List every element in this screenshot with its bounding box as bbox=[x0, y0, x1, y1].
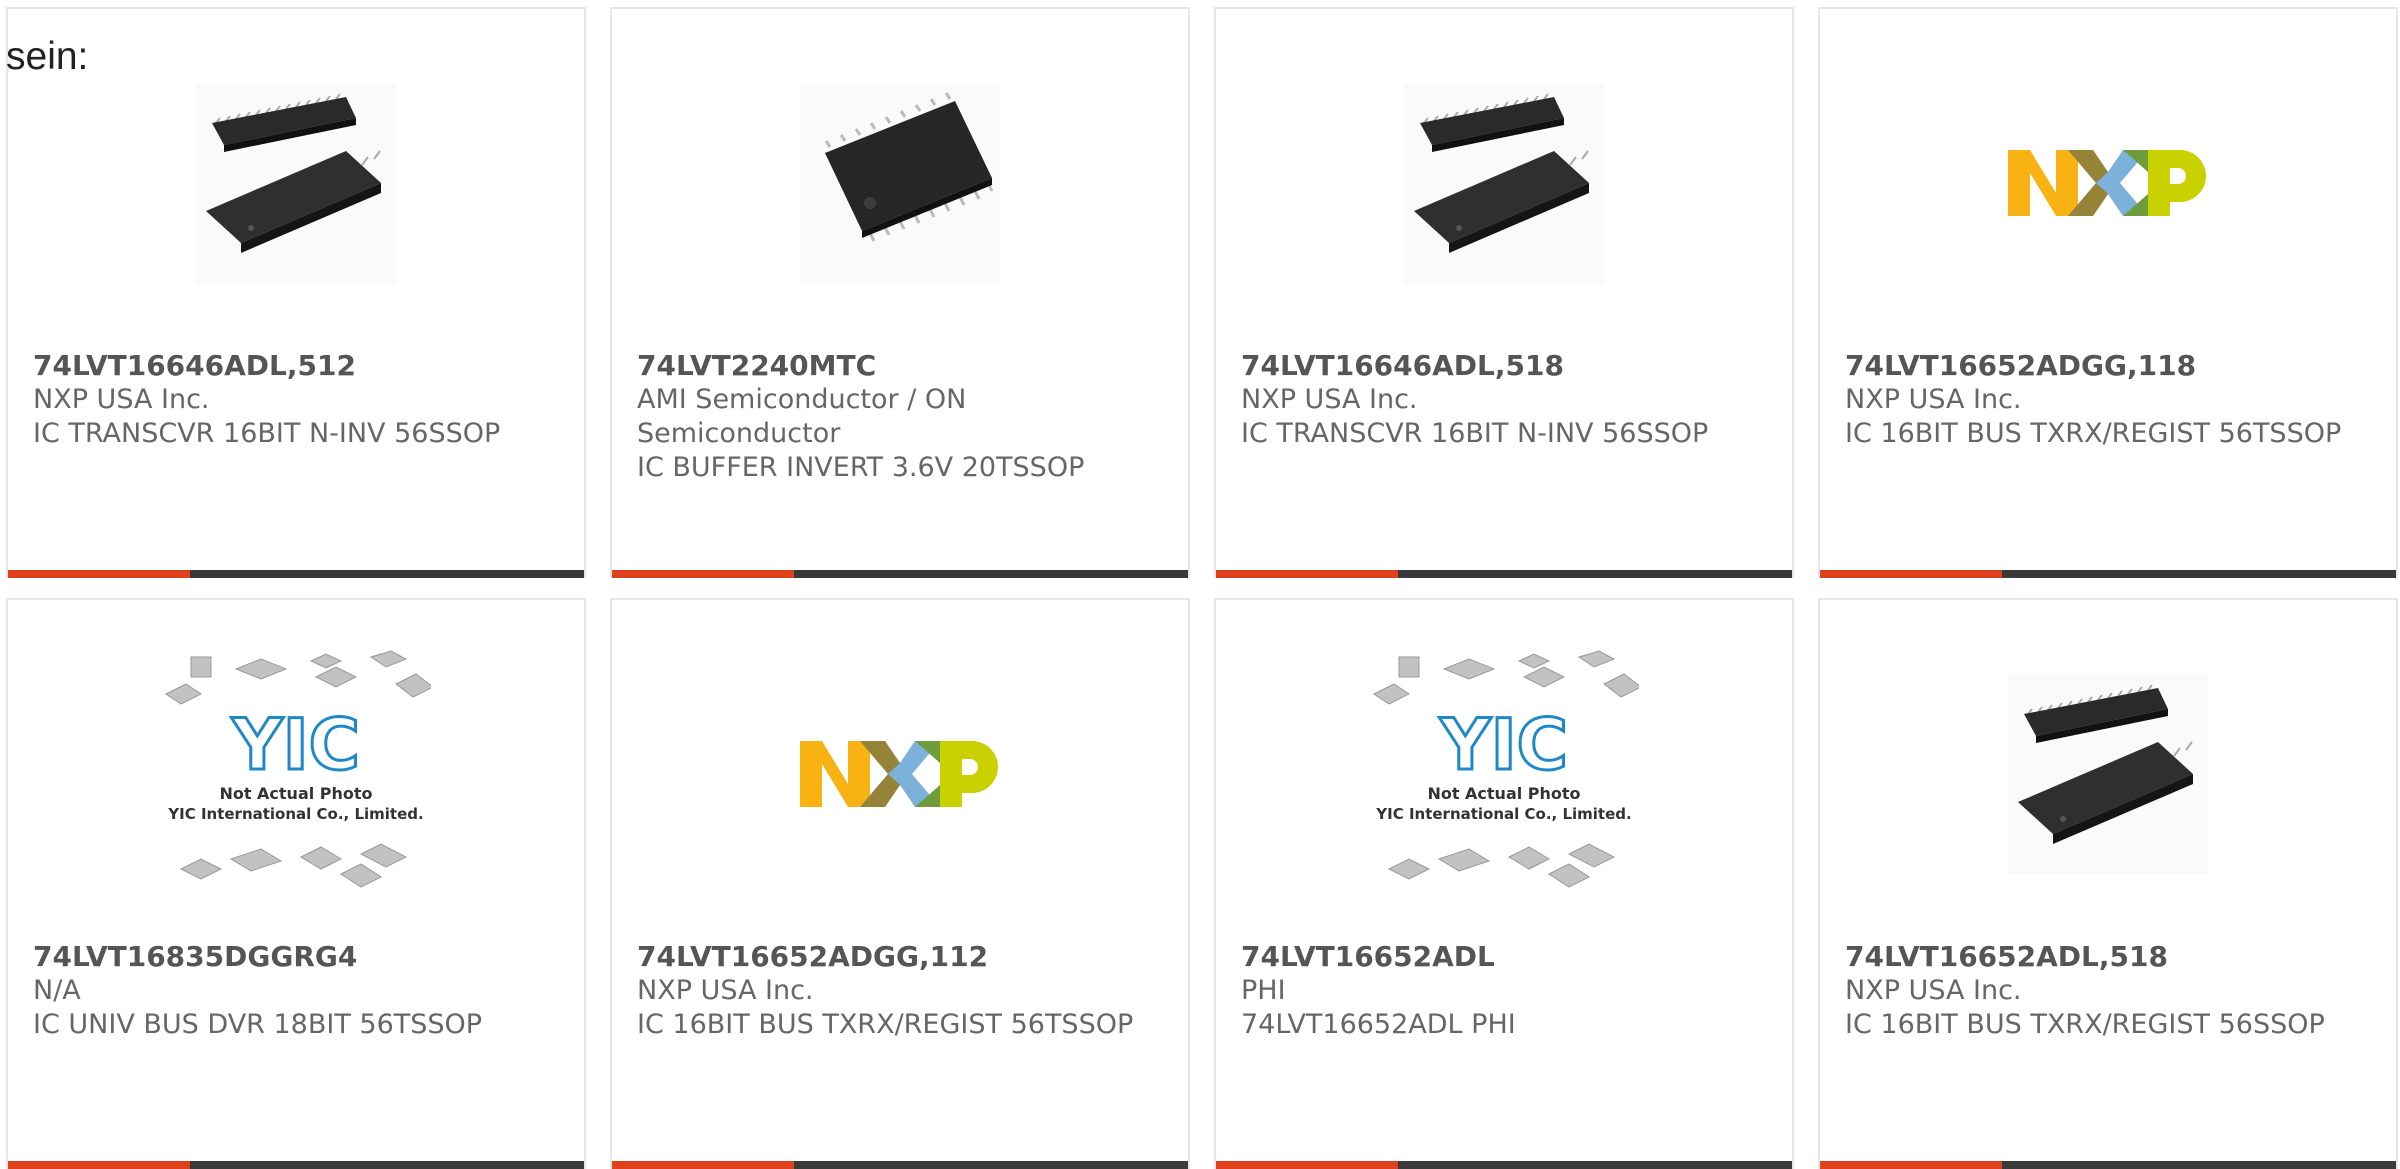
product-info: 74LVT16652ADGG,112 NXP USA Inc. IC 16BIT… bbox=[637, 940, 1168, 1042]
product-image[interactable] bbox=[1820, 79, 2396, 287]
card-bottom-bar bbox=[612, 570, 1188, 578]
product-card[interactable]: YIC Not Actual Photo YIC International C… bbox=[1214, 598, 1794, 1169]
product-card[interactable]: 74LVT16646ADL,512 NXP USA Inc. IC TRANSC… bbox=[6, 7, 586, 578]
product-image[interactable] bbox=[8, 79, 584, 287]
yic-logo-text: YIC bbox=[231, 704, 360, 786]
yic-caption-1: Not Actual Photo bbox=[219, 784, 372, 803]
nxp-logo bbox=[800, 741, 998, 807]
manufacturer: NXP USA Inc. bbox=[33, 384, 210, 415]
part-number[interactable]: 74LVT16652ADGG,118 bbox=[1845, 349, 2376, 383]
product-info: 74LVT2240MTC AMI Semiconductor / ON Semi… bbox=[637, 349, 1168, 485]
product-card[interactable]: 74LVT2240MTC AMI Semiconductor / ON Semi… bbox=[610, 7, 1190, 578]
card-accent-bar bbox=[1216, 1161, 1398, 1169]
manufacturer: PHI bbox=[1241, 975, 1286, 1006]
card-bottom-bar bbox=[8, 570, 584, 578]
product-info: 74LVT16646ADL,512 NXP USA Inc. IC TRANSC… bbox=[33, 349, 564, 451]
card-accent-bar bbox=[1820, 1161, 2002, 1169]
chip-ssop-image bbox=[1404, 83, 1604, 283]
chip-tssop20-image bbox=[800, 83, 1000, 283]
product-info: 74LVT16652ADL,518 NXP USA Inc. IC 16BIT … bbox=[1845, 940, 2376, 1042]
chip-ssop-image bbox=[2008, 674, 2208, 874]
product-info: 74LVT16646ADL,518 NXP USA Inc. IC TRANSC… bbox=[1241, 349, 1772, 451]
description: IC 16BIT BUS TXRX/REGIST 56TSSOP bbox=[637, 1009, 1134, 1040]
card-bottom-bar bbox=[1216, 570, 1792, 578]
yic-caption-2: YIC International Co., Limited. bbox=[1375, 805, 1631, 823]
description: IC BUFFER INVERT 3.6V 20TSSOP bbox=[637, 452, 1085, 483]
description: 74LVT16652ADL PHI bbox=[1241, 1009, 1516, 1040]
yic-logo-text: YIC bbox=[1439, 704, 1568, 786]
product-card[interactable]: 74LVT16646ADL,518 NXP USA Inc. IC TRANSC… bbox=[1214, 7, 1794, 578]
description: IC UNIV BUS DVR 18BIT 56TSSOP bbox=[33, 1009, 483, 1040]
description: IC 16BIT BUS TXRX/REGIST 56SSOP bbox=[1845, 1009, 2325, 1040]
product-info: 74LVT16652ADGG,118 NXP USA Inc. IC 16BIT… bbox=[1845, 349, 2376, 451]
product-card[interactable]: 74LVT16652ADL,518 NXP USA Inc. IC 16BIT … bbox=[1818, 598, 2398, 1169]
part-number[interactable]: 74LVT16652ADGG,112 bbox=[637, 940, 1168, 974]
part-number[interactable]: 74LVT2240MTC bbox=[637, 349, 1168, 383]
manufacturer: NXP USA Inc. bbox=[1241, 384, 1418, 415]
manufacturer: AMI Semiconductor / ON Semiconductor bbox=[637, 384, 967, 449]
card-bottom-bar bbox=[1820, 570, 2396, 578]
part-number[interactable]: 74LVT16646ADL,512 bbox=[33, 349, 564, 383]
product-card[interactable]: 74LVT16652ADGG,118 NXP USA Inc. IC 16BIT… bbox=[1818, 7, 2398, 578]
description: IC 16BIT BUS TXRX/REGIST 56TSSOP bbox=[1845, 418, 2342, 449]
card-bottom-bar bbox=[1216, 1161, 1792, 1169]
card-accent-bar bbox=[8, 570, 190, 578]
card-accent-bar bbox=[1820, 570, 2002, 578]
nxp-logo bbox=[2008, 150, 2206, 216]
card-bottom-bar bbox=[612, 1161, 1188, 1169]
product-image[interactable]: YIC Not Actual Photo YIC International C… bbox=[8, 650, 584, 888]
chip-ssop-image bbox=[196, 83, 396, 283]
product-card[interactable]: 74LVT16652ADGG,112 NXP USA Inc. IC 16BIT… bbox=[610, 598, 1190, 1169]
part-number[interactable]: 74LVT16652ADL bbox=[1241, 940, 1772, 974]
card-bottom-bar bbox=[1820, 1161, 2396, 1169]
product-grid: 74LVT16646ADL,512 NXP USA Inc. IC TRANSC… bbox=[6, 7, 2400, 1169]
description: IC TRANSCVR 16BIT N-INV 56SSOP bbox=[33, 418, 501, 449]
product-image[interactable] bbox=[612, 670, 1188, 878]
part-number[interactable]: 74LVT16652ADL,518 bbox=[1845, 940, 2376, 974]
manufacturer: NXP USA Inc. bbox=[1845, 975, 2022, 1006]
part-number[interactable]: 74LVT16646ADL,518 bbox=[1241, 349, 1772, 383]
card-accent-bar bbox=[1216, 570, 1398, 578]
product-image[interactable] bbox=[612, 79, 1188, 287]
manufacturer: N/A bbox=[33, 975, 81, 1006]
yic-caption-2: YIC International Co., Limited. bbox=[167, 805, 423, 823]
manufacturer: NXP USA Inc. bbox=[1845, 384, 2022, 415]
product-image[interactable] bbox=[1216, 79, 1792, 287]
description: IC TRANSCVR 16BIT N-INV 56SSOP bbox=[1241, 418, 1709, 449]
yic-placeholder: YIC Not Actual Photo YIC International C… bbox=[165, 650, 431, 888]
product-info: 74LVT16835DGGRG4 N/A IC UNIV BUS DVR 18B… bbox=[33, 940, 564, 1042]
yic-placeholder: YIC Not Actual Photo YIC International C… bbox=[1373, 650, 1639, 888]
manufacturer: NXP USA Inc. bbox=[637, 975, 814, 1006]
product-card[interactable]: YIC Not Actual Photo YIC International C… bbox=[6, 598, 586, 1169]
product-image[interactable]: YIC Not Actual Photo YIC International C… bbox=[1216, 650, 1792, 888]
product-info: 74LVT16652ADL PHI 74LVT16652ADL PHI bbox=[1241, 940, 1772, 1042]
card-accent-bar bbox=[8, 1161, 190, 1169]
intro-text: sein: bbox=[6, 35, 89, 78]
product-image[interactable] bbox=[1820, 670, 2396, 878]
card-bottom-bar bbox=[8, 1161, 584, 1169]
card-accent-bar bbox=[612, 570, 794, 578]
part-number[interactable]: 74LVT16835DGGRG4 bbox=[33, 940, 564, 974]
card-accent-bar bbox=[612, 1161, 794, 1169]
yic-caption-1: Not Actual Photo bbox=[1427, 784, 1580, 803]
